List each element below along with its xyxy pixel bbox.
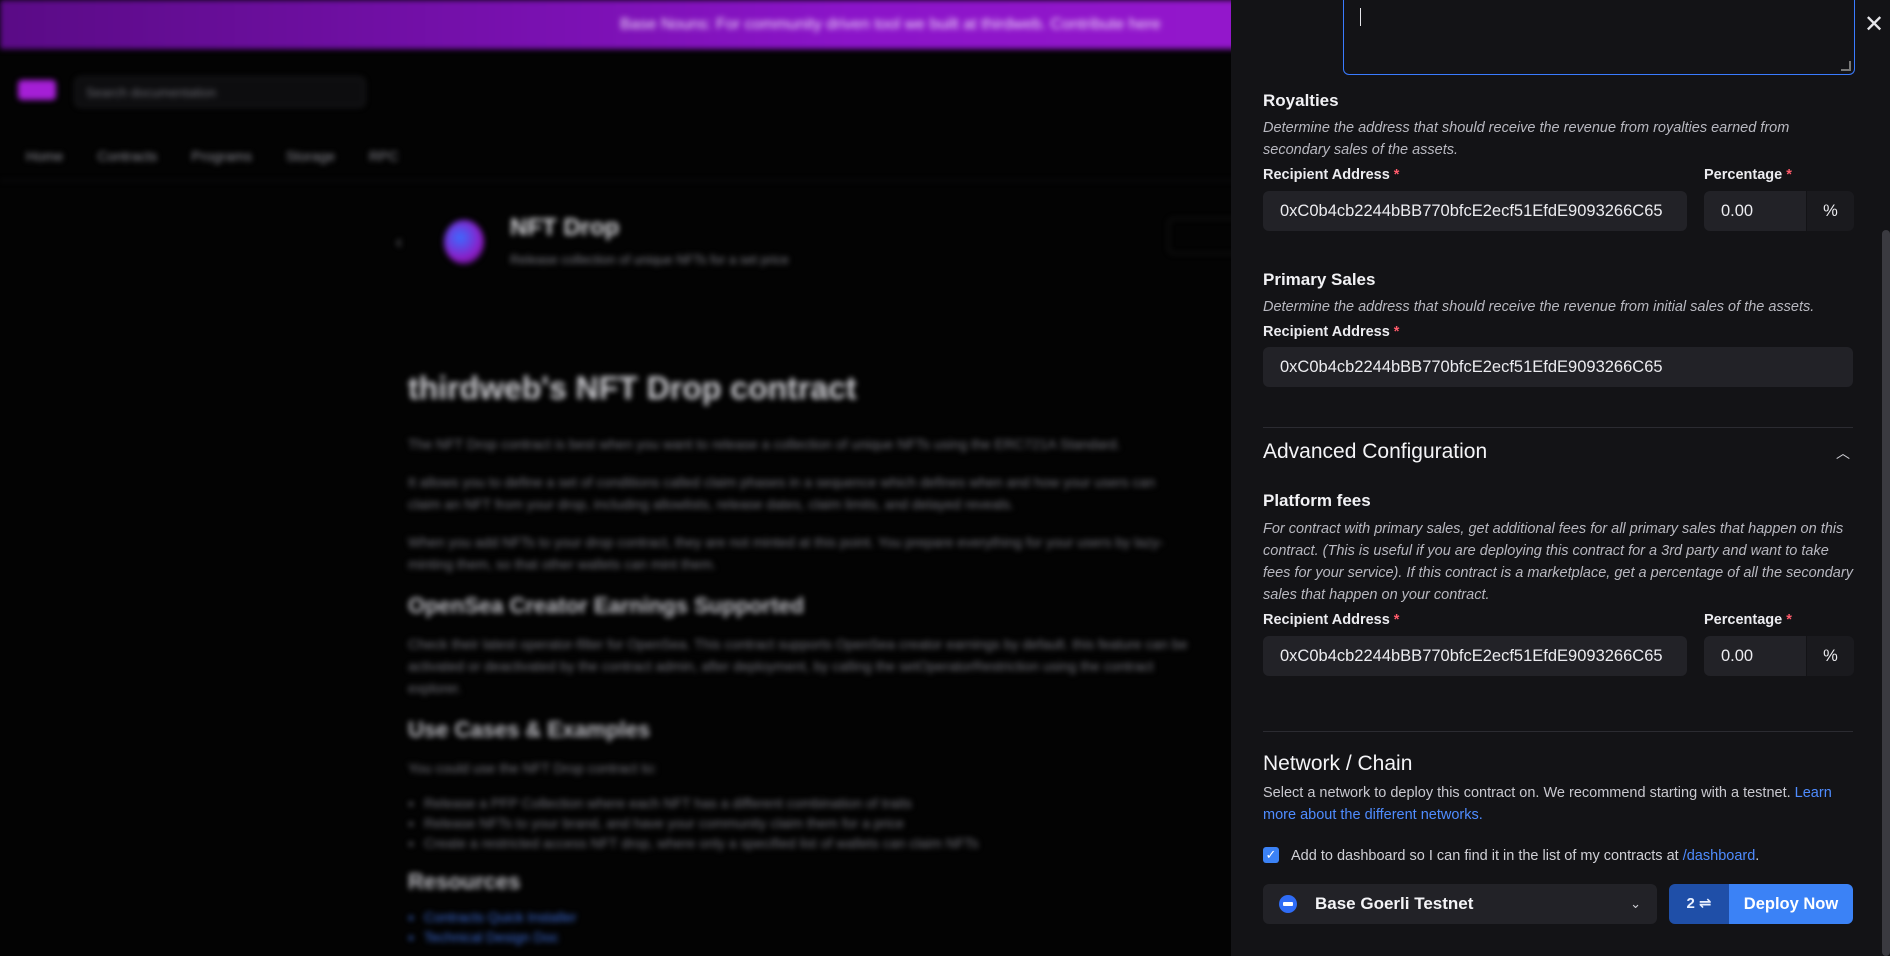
platform-fees-percentage-group: 0.00 % [1704,636,1854,676]
section-divider [1263,731,1853,732]
chain-select[interactable]: Base Goerli Testnet ⌄ [1263,884,1657,924]
product-icon [444,220,484,264]
article-heading: Use Cases & Examples [408,717,651,742]
primary-sales-title: Primary Sales [1263,270,1376,289]
article: thirdweb's NFT Drop contract The NFT Dro… [408,370,1188,949]
article-paragraph: The NFT Drop contract is best when you w… [408,436,1121,452]
platform-fees-percentage-input[interactable]: 0.00 [1704,636,1806,676]
resource-link: Contracts Quick Installer [424,909,1188,925]
platform-fees-recipient-label: Recipient Address * [1263,612,1400,628]
platform-fees-percentage-label: Percentage * [1704,612,1792,628]
nav-item-storage: Storage [285,148,336,164]
close-icon[interactable]: ✕ [1859,10,1889,40]
nav-item-home: Home [26,148,64,164]
royalties-description: Determine the address that should receiv… [1263,120,1790,158]
description-textarea[interactable] [1343,0,1855,75]
royalties-recipient-input[interactable]: 0xC0b4cb2244bBB770bfcE2ecf51EfdE9093266C… [1263,191,1687,231]
chevron-up-icon[interactable]: ︿ [1834,443,1852,461]
primary-sales-description: Determine the address that should receiv… [1263,299,1815,315]
section-divider [1263,427,1853,428]
platform-fees-description: For contract with primary sales, get add… [1263,521,1853,603]
drawer-scrollbar[interactable] [1882,230,1890,956]
percent-addon: % [1806,636,1854,676]
article-list-item: Release NFTs to your brand, and have you… [424,815,1188,831]
resize-grip-icon[interactable] [1841,61,1851,71]
article-heading: OpenSea Creator Earnings Supported [408,593,805,618]
top-nav: Home Contracts Programs Storage RPC [26,148,399,164]
product-subtitle: Release collection of unique NFTs for a … [510,252,789,267]
percent-addon: % [1806,191,1854,231]
nav-item-rpc: RPC [369,148,399,164]
resource-link: Technical Design Doc [424,929,1188,945]
chevron-down-icon: ⌄ [1630,896,1641,911]
dashboard-link[interactable]: /dashboard [1683,848,1756,864]
required-mark: * [1786,167,1792,183]
article-list-item: Release a PFP Collection where each NFT … [424,795,1188,811]
back-arrow-icon: ‹ [396,232,402,252]
advanced-configuration-title[interactable]: Advanced Configuration [1263,440,1487,464]
article-paragraph: When you add NFTs to your drop contract,… [408,534,1164,572]
royalties-recipient-label: Recipient Address * [1263,167,1400,183]
network-description: Select a network to deploy this contract… [1263,785,1832,823]
search-input: Search documentation [75,77,365,107]
nav-item-contracts: Contracts [97,148,158,164]
platform-fees-title: Platform fees [1263,491,1371,510]
required-mark: * [1393,612,1400,628]
article-list-item: Create a restricted access NFT drop, whe… [424,835,1188,851]
required-mark: * [1786,612,1792,628]
article-heading: Resources [408,869,521,894]
royalties-percentage-label: Percentage * [1704,167,1792,183]
add-to-dashboard-checkbox[interactable]: ✓ [1263,847,1279,863]
royalties-percentage-input[interactable]: 0.00 [1704,191,1806,231]
deploy-now-button[interactable]: Deploy Now [1729,884,1853,924]
article-paragraph: Check their latest operator-filter for O… [408,636,1188,696]
primary-sales-recipient-label: Recipient Address * [1263,324,1400,340]
network-chain-title: Network / Chain [1263,752,1413,775]
transaction-count-button[interactable]: 2 ⇌ [1669,884,1729,924]
article-paragraph: You could use the NFT Drop contract to: [408,760,658,776]
nav-item-programs: Programs [191,148,252,164]
article-title: thirdweb's NFT Drop contract [408,370,857,406]
primary-sales-recipient-input[interactable]: 0xC0b4cb2244bBB770bfcE2ecf51EfdE9093266C… [1263,347,1853,387]
product-title: NFT Drop [510,214,620,241]
required-mark: * [1393,324,1400,340]
chain-selected-value: Base Goerli Testnet [1315,894,1474,913]
royalties-title: Royalties [1263,91,1339,110]
add-to-dashboard-label: Add to dashboard so I can find it in the… [1291,848,1760,864]
chain-icon [1279,895,1297,913]
article-paragraph: It allows you to define a set of conditi… [408,474,1156,512]
text-caret [1360,8,1361,26]
platform-fees-recipient-input[interactable]: 0xC0b4cb2244bBB770bfcE2ecf51EfdE9093266C… [1263,636,1687,676]
background-action-button [1168,218,1240,254]
required-mark: * [1393,167,1400,183]
royalties-percentage-group: 0.00 % [1704,191,1854,231]
thirdweb-logo [18,80,56,100]
